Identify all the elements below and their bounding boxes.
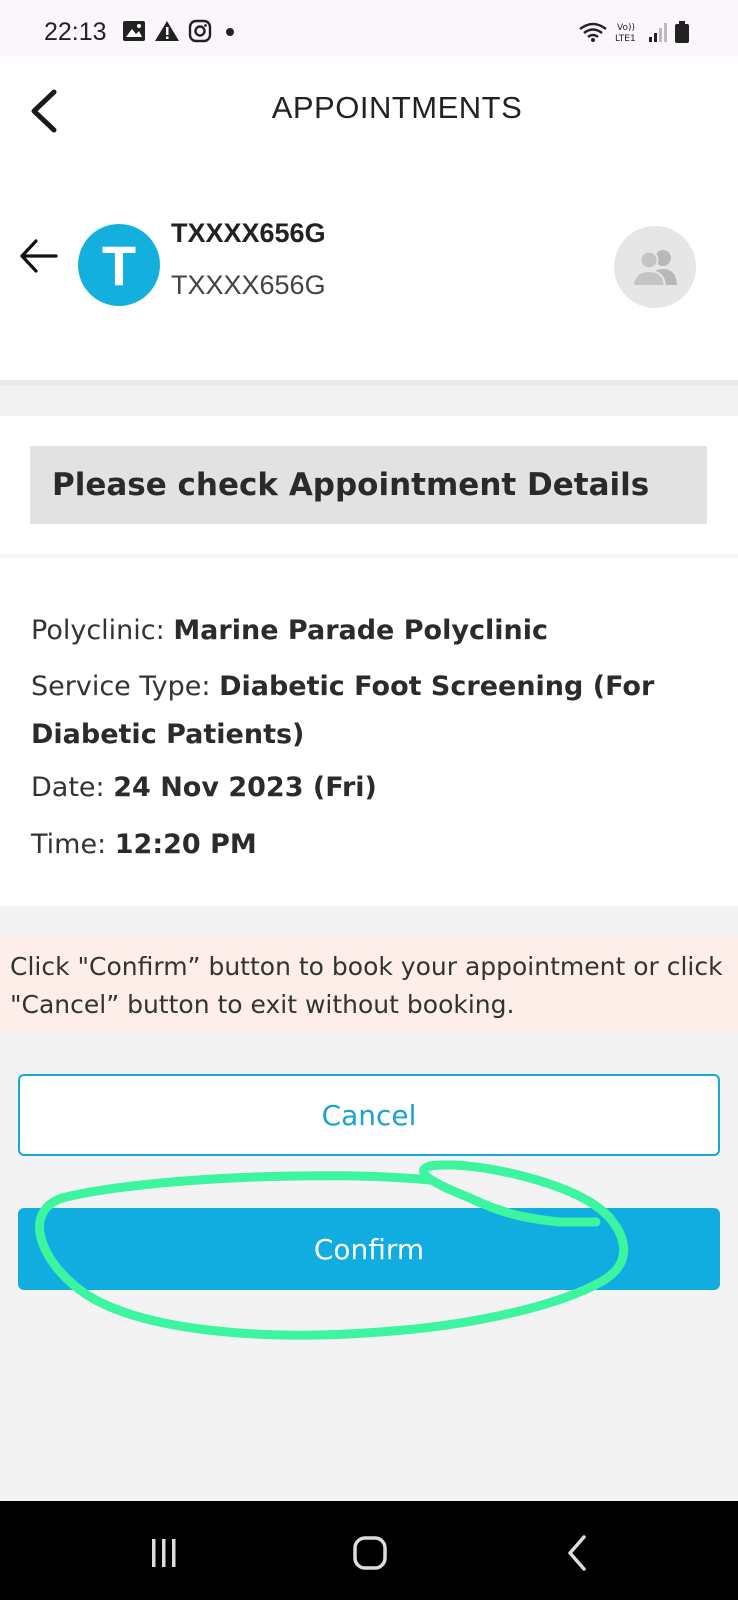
signal-icon	[649, 23, 667, 42]
battery-icon	[675, 21, 689, 43]
svg-text:Vo)): Vo))	[617, 23, 635, 33]
system-back-icon	[568, 1535, 586, 1571]
gallery-icon	[123, 21, 145, 41]
time-label: Time:	[31, 829, 115, 860]
recent-apps-icon	[152, 1539, 176, 1567]
notice-section: Please check Appointment Details	[0, 416, 738, 554]
cancel-button[interactable]: Cancel	[18, 1074, 720, 1156]
detail-service-type: Service Type: Diabetic Foot Screening (F…	[31, 663, 708, 759]
date-label: Date:	[31, 772, 114, 803]
family-members-button[interactable]	[614, 226, 696, 308]
detail-time: Time: 12:20 PM	[31, 816, 708, 873]
warning-icon	[155, 21, 179, 41]
app-header: APPOINTMENTS T TXXXX656G TXXXX656G	[0, 56, 738, 380]
info-banner: Click "Confirm” button to book your appo…	[0, 938, 738, 1032]
divider	[0, 380, 738, 386]
date-value: 24 Nov 2023 (Fri)	[113, 772, 377, 803]
detail-date: Date: 24 Nov 2023 (Fri)	[31, 759, 708, 816]
detail-polyclinic: Polyclinic: Marine Parade Polyclinic	[31, 602, 708, 659]
recent-apps-button[interactable]	[134, 1531, 194, 1575]
profile-back-button[interactable]	[18, 236, 60, 276]
home-icon	[353, 1536, 387, 1570]
wifi-icon	[579, 22, 607, 42]
svg-text:LTE1: LTE1	[615, 34, 636, 44]
arrow-left-icon	[20, 239, 58, 273]
instagram-icon	[188, 19, 212, 43]
service-type-label: Service Type:	[31, 671, 220, 702]
avatar: T	[78, 224, 160, 306]
page-title: APPOINTMENTS	[271, 90, 523, 125]
navigation-bar	[0, 1501, 738, 1600]
profile-name: TXXXX656G	[171, 218, 326, 248]
profile-id: TXXXX656G	[171, 270, 326, 300]
confirm-button[interactable]: Confirm	[18, 1208, 720, 1290]
polyclinic-label: Polyclinic:	[31, 615, 174, 646]
dot-icon	[226, 28, 234, 36]
home-button[interactable]	[340, 1531, 400, 1575]
status-time: 22:13	[44, 18, 107, 46]
users-icon	[631, 250, 677, 287]
polyclinic-value: Marine Parade Polyclinic	[173, 615, 548, 646]
status-bar: 22:13 Vo)) LTE1	[0, 0, 738, 56]
appointment-details: Polyclinic: Marine Parade Polyclinic Ser…	[0, 558, 738, 906]
volte-icon: Vo)) LTE1	[615, 23, 636, 44]
notice-title: Please check Appointment Details	[30, 446, 707, 524]
time-value: 12:20 PM	[114, 829, 257, 860]
system-back-button[interactable]	[548, 1531, 608, 1575]
